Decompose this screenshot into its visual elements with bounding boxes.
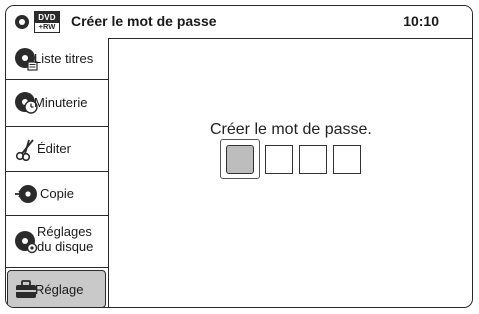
menu-item-label: Réglage [35,282,84,297]
osd-window: DVD +RW Créer le mot de passe 10:10 List… [5,5,473,308]
password-digit-3[interactable] [299,145,327,174]
menu-item-label: Copie [40,186,74,201]
content-pane: Créer le mot de passe. [110,39,472,307]
password-prompt: Créer le mot de passe. [210,121,372,138]
menu-item-label: Éditer [37,141,71,156]
menu-item-edit[interactable]: Éditer [6,127,108,172]
page-title: Créer le mot de passe [71,13,217,29]
disc-icon [15,15,29,29]
menu-item-title-list[interactable]: Liste titres [6,38,108,80]
menu-item-label: Liste titres [34,51,94,66]
password-digit-1[interactable] [226,145,254,174]
media-type-bottom: +RW [38,22,56,31]
menu-item-label-line2: du disque [37,239,94,254]
scissors-icon [14,137,38,161]
menu-item-label: Minuterie [34,95,88,110]
menu-item-disc-settings[interactable]: Réglages du disque [6,216,108,268]
copy-icon [14,182,38,206]
password-digit-2[interactable] [265,145,293,174]
menu-item-label-line1: Réglages [37,224,92,239]
menu-item-setup[interactable]: Réglage [7,270,106,307]
main-menu: Liste titres Minuterie Éditer Copie Régl… [6,38,109,307]
clock: 10:10 [403,13,439,29]
menu-item-copy[interactable]: Copie [6,172,108,216]
media-type-badge: DVD +RW [34,11,60,33]
header-bar: DVD +RW Créer le mot de passe 10:10 [6,6,472,39]
disc-settings-icon [14,230,38,254]
menu-item-timer[interactable]: Minuterie [6,80,108,127]
password-digit-4[interactable] [333,145,361,174]
